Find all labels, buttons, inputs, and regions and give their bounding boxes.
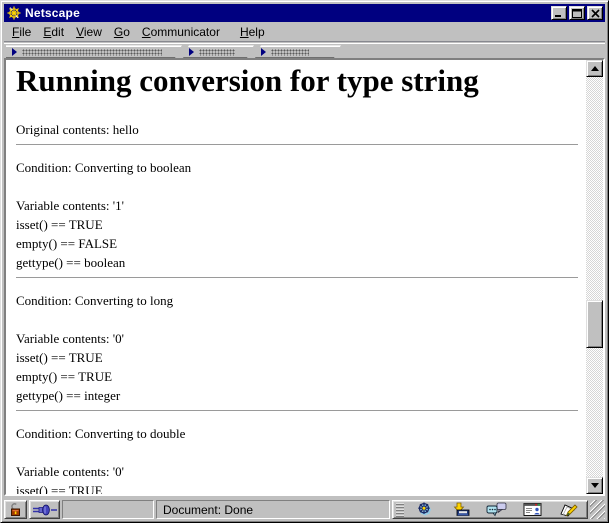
toolbar-texture	[271, 49, 309, 56]
collapsed-toolbar-strip	[4, 43, 605, 58]
expand-arrow-icon	[189, 48, 194, 56]
discussions-button[interactable]	[484, 502, 510, 518]
minimize-icon	[555, 14, 561, 17]
online-status-button[interactable]	[29, 500, 60, 519]
toolbar-texture	[22, 49, 162, 56]
expand-arrow-icon	[261, 48, 266, 56]
vertical-scrollbar[interactable]	[586, 60, 603, 494]
maximize-icon	[572, 8, 582, 18]
menu-file[interactable]: File	[6, 23, 37, 41]
navigator-button[interactable]	[412, 502, 438, 518]
maximize-button[interactable]	[569, 6, 585, 20]
window-title: Netscape	[25, 6, 80, 20]
result-line: gettype() == boolean	[16, 255, 126, 270]
composer-icon	[559, 503, 578, 517]
status-message: Document: Done	[156, 500, 390, 519]
scroll-down-icon	[590, 483, 599, 488]
condition-line: Condition: Converting to long	[16, 293, 174, 308]
component-bar	[392, 500, 588, 519]
condition-line: Condition: Converting to boolean	[16, 160, 192, 175]
web-page: Running conversion for type string Origi…	[6, 60, 586, 494]
security-lock-icon	[11, 502, 20, 516]
location-toolbar-tab[interactable]	[183, 45, 254, 58]
resize-grip-icon[interactable]	[590, 500, 605, 519]
result-line: isset() == TRUE	[16, 483, 103, 494]
result-line: isset() == TRUE	[16, 217, 103, 232]
result-line: empty() == TRUE	[16, 369, 113, 384]
scroll-down-button[interactable]	[586, 477, 603, 494]
security-button[interactable]	[4, 500, 27, 519]
scroll-up-icon	[590, 66, 599, 71]
result-line: gettype() == integer	[16, 388, 121, 403]
original-contents-line: Original contents: hello	[16, 122, 139, 137]
result-line: empty() == FALSE	[16, 236, 118, 251]
minimize-button[interactable]	[551, 6, 567, 20]
titlebar[interactable]: Netscape	[4, 4, 605, 22]
horizontal-rule	[16, 410, 578, 412]
page-title: Running conversion for type string	[16, 63, 479, 98]
horizontal-rule	[16, 277, 578, 279]
inbox-button[interactable]	[448, 502, 474, 518]
scroll-up-button[interactable]	[586, 60, 603, 77]
online-plug-icon	[32, 504, 57, 515]
navigation-toolbar-tab[interactable]	[6, 45, 182, 58]
menubar: File Edit View Go Communicator Help	[4, 23, 605, 42]
result-block: Variable contents: '1' isset() == TRUE e…	[16, 196, 580, 272]
horizontal-rule	[16, 144, 578, 146]
menu-help[interactable]: Help	[234, 23, 271, 41]
menu-go[interactable]: Go	[108, 23, 136, 41]
statusbar: Document: Done	[4, 499, 605, 519]
close-button[interactable]	[587, 6, 603, 20]
browser-viewport: Running conversion for type string Origi…	[4, 58, 605, 496]
component-bar-grippy[interactable]	[396, 502, 404, 517]
composer-button[interactable]	[555, 502, 581, 518]
inbox-icon	[453, 502, 470, 516]
result-line: Variable contents: '1'	[16, 198, 124, 213]
scrollbar-thumb[interactable]	[586, 300, 603, 348]
toolbar-texture	[199, 49, 235, 56]
result-line: isset() == TRUE	[16, 350, 103, 365]
address-book-icon	[523, 503, 542, 516]
personal-toolbar-tab[interactable]	[255, 45, 341, 58]
component-icons	[412, 502, 581, 518]
address-book-button[interactable]	[519, 502, 545, 518]
close-icon	[590, 8, 600, 18]
menu-communicator[interactable]: Communicator	[136, 23, 226, 41]
menu-edit[interactable]: Edit	[37, 23, 70, 41]
menu-view[interactable]: View	[70, 23, 108, 41]
discussions-icon	[486, 502, 506, 517]
progress-bar	[62, 500, 154, 519]
netscape-window: Netscape File Edit View Go Communicator …	[0, 0, 609, 523]
result-line: Variable contents: '0'	[16, 331, 124, 346]
expand-arrow-icon	[12, 48, 17, 56]
result-line: Variable contents: '0'	[16, 464, 124, 479]
condition-line: Condition: Converting to double	[16, 426, 186, 441]
result-block: Variable contents: '0' isset() == TRUE	[16, 462, 580, 494]
result-block: Variable contents: '0' isset() == TRUE e…	[16, 329, 580, 405]
netscape-logo-icon	[6, 5, 22, 21]
navigator-wheel-icon	[417, 502, 431, 516]
